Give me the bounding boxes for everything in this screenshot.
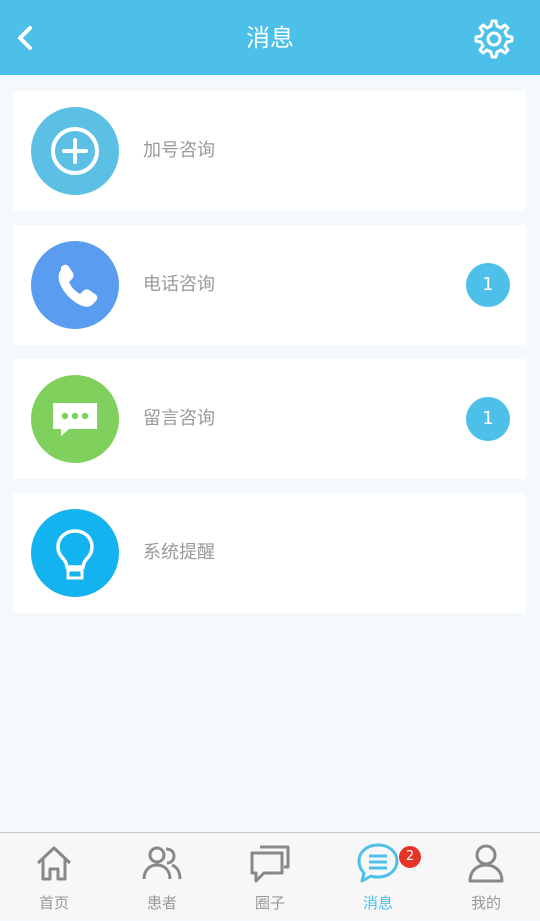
gear-icon (474, 19, 514, 59)
item-label: 系统提醒 (143, 542, 215, 563)
item-label: 电话咨询 (143, 274, 215, 295)
list-item-add-consult[interactable]: 加号咨询 (13, 91, 526, 211)
item-label: 加号咨询 (143, 140, 215, 161)
tab-label: 首页 (38, 894, 69, 912)
item-label: 留言咨询 (143, 408, 215, 429)
message-icon (357, 843, 399, 883)
list-item-phone-consult[interactable]: 电话咨询 1 (13, 225, 526, 345)
tab-circle[interactable]: 圈子 (216, 833, 324, 921)
tab-label: 患者 (146, 894, 177, 912)
list-item-system-reminder[interactable]: 系统提醒 (13, 493, 526, 613)
tab-home[interactable]: 首页 (0, 833, 108, 921)
plus-circle-icon (31, 107, 119, 195)
bottom-tab-bar: 首页 患者 圈子 消息 2 我的 (0, 832, 540, 920)
unread-count-badge: 1 (466, 263, 510, 307)
chat-bubble-icon (31, 375, 119, 463)
tab-patients[interactable]: 患者 (108, 833, 216, 921)
settings-button[interactable] (470, 17, 514, 61)
tab-label: 消息 (362, 894, 393, 912)
phone-icon (31, 241, 119, 329)
chat-icon (250, 845, 290, 883)
user-icon (468, 844, 504, 883)
home-icon (36, 846, 72, 881)
list-item-message-consult[interactable]: 留言咨询 1 (13, 359, 526, 479)
unread-count-badge: 1 (466, 397, 510, 441)
header-bar: 消息 (0, 0, 540, 75)
page-title: 消息 (246, 24, 294, 52)
people-icon (142, 846, 182, 880)
tab-mine[interactable]: 我的 (432, 833, 540, 921)
lightbulb-icon (31, 509, 119, 597)
tab-unread-badge: 2 (398, 845, 422, 869)
tab-label: 我的 (470, 894, 501, 912)
tab-label: 圈子 (254, 894, 285, 912)
